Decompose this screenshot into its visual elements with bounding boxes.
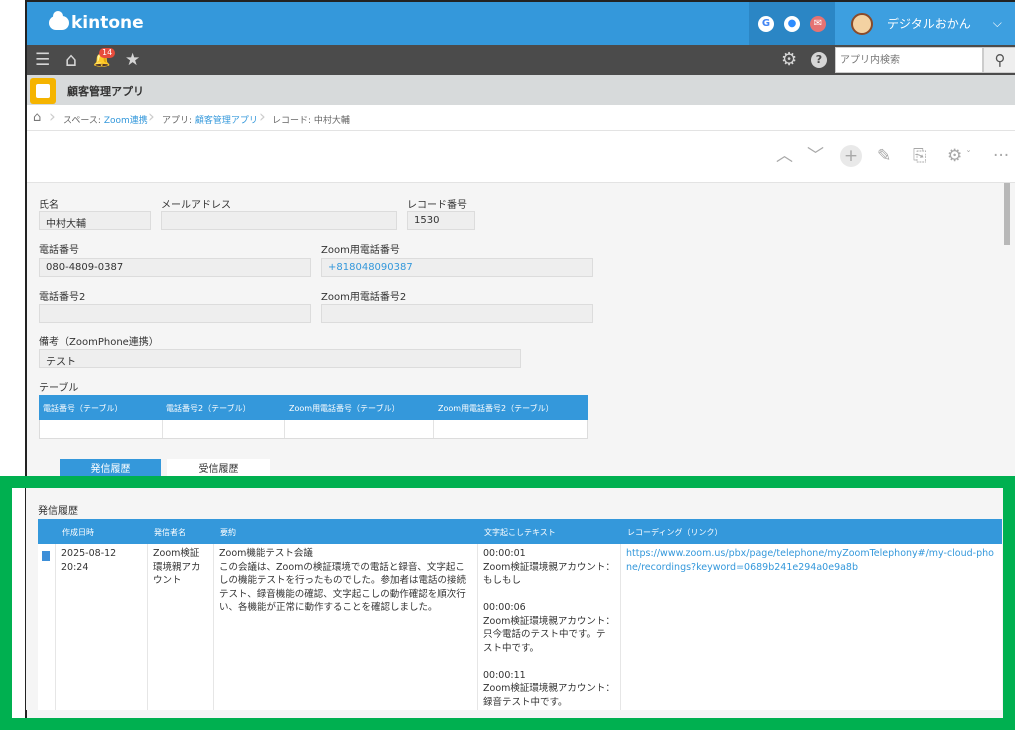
notification-count-badge: 14 bbox=[99, 48, 116, 58]
space-link[interactable]: Zoom連携 bbox=[104, 116, 148, 126]
logo-text: kintone bbox=[71, 13, 144, 33]
phone-label: 電話番号 bbox=[39, 245, 79, 256]
subtable-cell bbox=[40, 420, 163, 438]
breadcrumb-record: レコード: 中村大輔 bbox=[272, 116, 350, 126]
google-icon[interactable]: G bbox=[758, 15, 774, 32]
memo-label: 備考（ZoomPhone連携） bbox=[39, 337, 159, 348]
record-settings-icon[interactable]: ⚙ bbox=[947, 145, 962, 167]
gear-icon[interactable]: ⚙ bbox=[781, 49, 797, 71]
next-record-icon[interactable]: ﹀ bbox=[807, 145, 824, 167]
breadcrumb: ⌂ › スペース: Zoom連携 › アプリ: 顧客管理アプリ › レコード: … bbox=[27, 105, 1015, 131]
chevron-down-icon: ⌵ bbox=[992, 16, 1002, 30]
breadcrumb-home-icon[interactable]: ⌂ bbox=[33, 110, 41, 125]
breadcrumb-separator: › bbox=[259, 107, 266, 127]
subtable-header-cell: Zoom用電話番号（テーブル） bbox=[289, 404, 400, 413]
search-icon[interactable]: ⚲ bbox=[983, 47, 1015, 73]
highlight-frame bbox=[0, 476, 1015, 730]
subtable-header-cell: Zoom用電話番号2（テーブル） bbox=[438, 404, 554, 413]
avatar bbox=[851, 12, 873, 35]
memo-value: テスト bbox=[39, 349, 521, 368]
previous-record-icon[interactable]: ︿ bbox=[776, 145, 793, 167]
email-label: メールアドレス bbox=[161, 200, 231, 211]
table-row bbox=[39, 420, 588, 439]
phone2-value bbox=[39, 304, 311, 323]
subtable-header-cell: 電話番号2（テーブル） bbox=[166, 404, 251, 413]
help-icon[interactable]: ? bbox=[811, 52, 827, 68]
phone-subtable: 電話番号（テーブル） 電話番号2（テーブル） Zoom用電話番号（テーブル） Z… bbox=[39, 395, 588, 439]
top-header: kintone G ● ✉ デジタルおかん ⌵ bbox=[27, 2, 1015, 45]
subtable-cell bbox=[434, 420, 587, 438]
app-title[interactable]: 顧客管理アプリ bbox=[67, 83, 144, 99]
record-number-value: 1530 bbox=[407, 211, 475, 230]
name-label: 氏名 bbox=[39, 200, 59, 211]
vertical-scrollbar[interactable] bbox=[1004, 183, 1010, 245]
home-icon[interactable]: ⌂ bbox=[65, 49, 77, 71]
app-icon bbox=[30, 78, 56, 104]
breadcrumb-space: スペース: Zoom連携 bbox=[63, 116, 148, 126]
breadcrumb-separator: › bbox=[49, 107, 56, 127]
breadcrumb-separator: › bbox=[148, 107, 155, 127]
more-options-icon[interactable]: ··· bbox=[993, 145, 1009, 167]
app-title-bar: 顧客管理アプリ bbox=[27, 75, 1015, 105]
subtable-cell bbox=[285, 420, 434, 438]
chevron-down-icon: ˇ bbox=[966, 150, 971, 161]
breadcrumb-app: アプリ: 顧客管理アプリ bbox=[162, 116, 258, 126]
subtable-header-cell: 電話番号（テーブル） bbox=[43, 404, 123, 413]
phone2-label: 電話番号2 bbox=[39, 292, 86, 303]
mail-icon[interactable]: ✉ bbox=[810, 15, 826, 32]
zoom-phone2-value bbox=[321, 304, 593, 323]
phone-value: 080-4809-0387 bbox=[39, 258, 311, 277]
add-record-button[interactable]: + bbox=[840, 145, 862, 167]
menu-icon[interactable]: ☰ bbox=[35, 49, 50, 71]
edit-icon[interactable]: ✎ bbox=[877, 145, 891, 167]
kintone-logo[interactable]: kintone bbox=[49, 11, 144, 34]
zoom-phone-label: Zoom用電話番号 bbox=[321, 245, 400, 256]
zoom-icon[interactable]: ● bbox=[784, 15, 800, 32]
duplicate-icon[interactable]: ⎘ bbox=[913, 145, 927, 167]
record-number-label: レコード番号 bbox=[407, 200, 467, 211]
email-value bbox=[161, 211, 397, 230]
cloud-icon bbox=[49, 11, 69, 30]
zoom-phone2-label: Zoom用電話番号2 bbox=[321, 292, 407, 303]
global-toolbar: ☰ ⌂ 🔔 14 ★ ⚙ ? ⚲ bbox=[27, 45, 1015, 75]
subtable-cell bbox=[163, 420, 286, 438]
name-value: 中村大輔 bbox=[39, 211, 151, 230]
app-link[interactable]: 顧客管理アプリ bbox=[195, 116, 258, 126]
star-icon[interactable]: ★ bbox=[125, 49, 140, 71]
linked-apps: G ● ✉ bbox=[749, 2, 835, 45]
user-menu[interactable]: デジタルおかん ⌵ bbox=[835, 2, 1015, 45]
record-action-bar: ︿ ﹀ + ✎ ⎘ ⚙ ˇ ··· bbox=[27, 131, 1015, 183]
table-label: テーブル bbox=[39, 383, 79, 394]
zoom-phone-link[interactable]: +818048090387 bbox=[328, 262, 413, 273]
user-name: デジタルおかん bbox=[887, 17, 971, 31]
subtable-header: 電話番号（テーブル） 電話番号2（テーブル） Zoom用電話番号（テーブル） Z… bbox=[39, 395, 588, 420]
zoom-phone-value: +818048090387 bbox=[321, 258, 593, 277]
app-search-input[interactable] bbox=[835, 47, 983, 73]
